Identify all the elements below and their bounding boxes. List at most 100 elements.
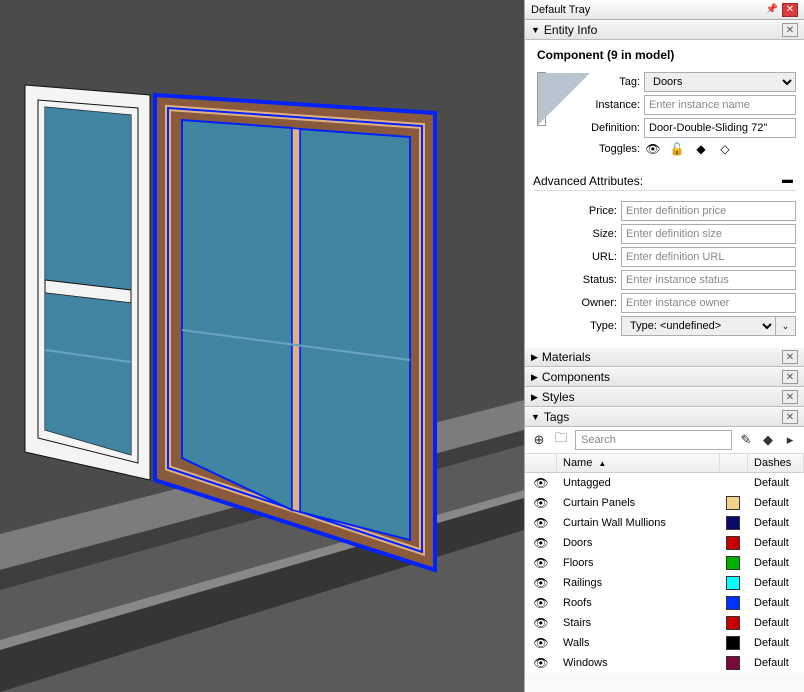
close-panel-icon[interactable]: ✕ [782,370,798,384]
tray-title-bar[interactable]: Default Tray 📌 ✕ [525,0,804,20]
status-input[interactable] [621,270,796,290]
default-tray: Default Tray 📌 ✕ ▼ Entity Info ✕ Compone… [524,0,804,692]
tag-color-swatch[interactable] [720,576,748,590]
visibility-icon[interactable]: 👁 [525,536,557,550]
tag-color-swatch[interactable] [720,556,748,570]
filter-tags-icon[interactable]: ◆ [760,432,776,448]
owner-input[interactable] [621,293,796,313]
col-visibility[interactable] [525,454,557,473]
tag-row[interactable]: 👁Railings Default [525,573,804,593]
chevron-right-icon: ▶ [531,392,538,403]
tag-dashes[interactable]: Default [748,497,804,509]
tag-name: Railings [557,577,720,589]
type-select[interactable]: Type: <undefined> [621,316,776,336]
add-tag-icon[interactable]: ⊕ [531,432,547,448]
close-panel-icon[interactable]: ✕ [782,410,798,424]
instance-input[interactable] [644,95,796,115]
tag-dashes[interactable]: Default [748,637,804,649]
col-dashes[interactable]: Dashes [748,454,804,473]
tag-color-swatch[interactable] [720,596,748,610]
chevron-right-icon: ▶ [531,352,538,363]
sort-asc-icon: ▲ [598,459,606,468]
tag-row[interactable]: 👁Stairs Default [525,613,804,633]
price-input[interactable] [621,201,796,221]
pin-icon[interactable]: 📌 [765,3,779,17]
close-panel-icon[interactable]: ✕ [782,23,798,37]
label-toggles: Toggles: [554,143,644,155]
tag-row[interactable]: 👁Untagged Default [525,473,804,493]
panel-header-materials[interactable]: ▶ Materials ✕ [525,347,804,367]
tag-row[interactable]: 👁WindowsDefault [525,653,804,673]
tag-dashes[interactable]: Default [748,617,804,629]
url-input[interactable] [621,247,796,267]
panel-title: Tags [544,410,569,424]
toggles-group: 👁 🔓 ◆ ◇ [644,141,734,157]
visibility-icon[interactable]: 👁 [525,556,557,570]
tag-name: Stairs [557,617,720,629]
tag-name: Untagged [557,477,720,489]
visibility-icon[interactable]: 👁 [525,636,557,650]
panel-header-entity-info[interactable]: ▼ Entity Info ✕ [525,20,804,40]
tag-dashes[interactable]: Default [748,517,804,529]
size-input[interactable] [621,224,796,244]
col-color[interactable] [720,454,748,473]
lock-toggle-icon[interactable]: 🔓 [668,141,686,157]
visibility-icon[interactable]: 👁 [525,596,557,610]
label-type: Type: [533,320,621,332]
tag-tool-icon[interactable]: ✎ [738,432,754,448]
panel-header-tags[interactable]: ▼ Tags ✕ [525,407,804,427]
shadow-cast-icon[interactable]: ◆ [692,141,710,157]
tag-color-swatch[interactable] [720,656,748,670]
tag-color-swatch[interactable] [720,636,748,650]
tags-column-header: Name ▲ Dashes [525,454,804,473]
viewport-scene [0,0,524,692]
visibility-icon[interactable]: 👁 [525,476,557,490]
tag-name: Doors [557,537,720,549]
visibility-toggle-icon[interactable]: 👁 [644,141,662,157]
tag-dashes[interactable]: Default [748,657,804,669]
col-name[interactable]: Name ▲ [557,454,720,473]
chevron-down-icon: ▼ [531,412,540,422]
tag-dashes[interactable]: Default [748,577,804,589]
type-dropdown-icon[interactable]: ⌄ [776,316,796,336]
tag-dashes[interactable]: Default [748,557,804,569]
advanced-attributes-title: Advanced Attributes: [533,174,643,188]
tags-list[interactable]: 👁UntaggedDefault👁Curtain PanelsDefault👁C… [525,473,804,673]
chevron-down-icon: ▼ [531,25,540,35]
tag-row[interactable]: 👁Walls Default [525,633,804,653]
tag-row[interactable]: 👁Doors Default [525,533,804,553]
tag-dashes[interactable]: Default [748,597,804,609]
definition-input[interactable] [644,118,796,138]
visibility-icon[interactable]: 👁 [525,516,557,530]
tag-row[interactable]: 👁Curtain PanelsDefault [525,493,804,513]
tags-menu-icon[interactable]: ▸ [782,432,798,448]
panel-title: Styles [542,390,575,404]
tag-row[interactable]: 👁FloorsDefault [525,553,804,573]
tag-name: Walls [557,637,720,649]
tag-row[interactable]: 👁Curtain Wall Mullions Default [525,513,804,533]
tag-dashes[interactable]: Default [748,537,804,549]
shadow-receive-icon[interactable]: ◇ [716,141,734,157]
tag-name: Curtain Wall Mullions [557,517,720,529]
visibility-icon[interactable]: 👁 [525,656,557,670]
close-panel-icon[interactable]: ✕ [782,350,798,364]
close-tray-icon[interactable]: ✕ [782,3,798,17]
tag-color-swatch[interactable] [720,536,748,550]
visibility-icon[interactable]: 👁 [525,616,557,630]
tag-row[interactable]: 👁RoofsDefault [525,593,804,613]
close-panel-icon[interactable]: ✕ [782,390,798,404]
tag-select[interactable]: Doors [644,72,796,92]
tag-dashes[interactable]: Default [748,477,804,489]
advanced-menu-icon[interactable]: ▬ [782,174,796,188]
panel-header-styles[interactable]: ▶ Styles ✕ [525,387,804,407]
panel-header-components[interactable]: ▶ Components ✕ [525,367,804,387]
tag-color-swatch[interactable] [720,516,748,530]
visibility-icon[interactable]: 👁 [525,496,557,510]
model-viewport[interactable] [0,0,524,692]
tag-color-swatch[interactable] [720,616,748,630]
add-tag-folder-icon[interactable]: 🗀 [553,432,569,448]
tag-color-swatch[interactable] [720,496,748,510]
visibility-icon[interactable]: 👁 [525,576,557,590]
tags-search-input[interactable] [575,430,732,450]
component-thumbnail[interactable] [537,72,546,126]
